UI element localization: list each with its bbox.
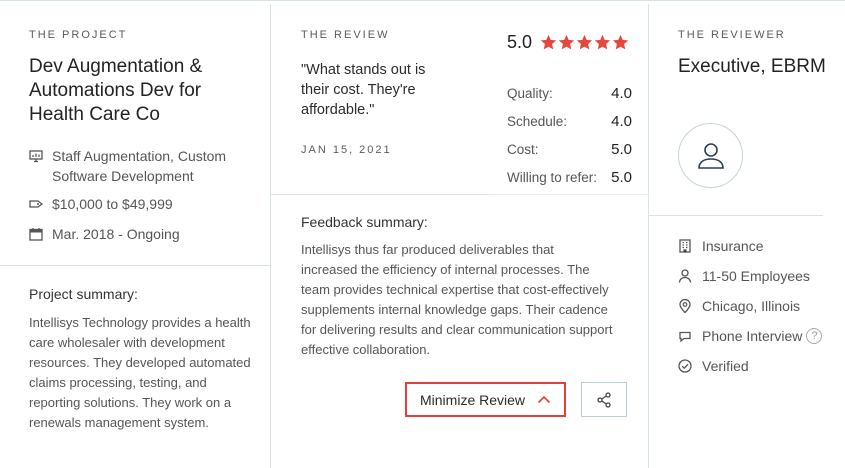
project-title: Dev Augmentation & Automations Dev for H… bbox=[29, 56, 203, 125]
score-value: 5.0 bbox=[611, 141, 632, 158]
review-column: THE REVIEW "What stands out is their cos… bbox=[271, 4, 649, 468]
project-summary-label: Project summary: bbox=[29, 286, 138, 302]
person-icon bbox=[678, 269, 692, 283]
reviewer-location: Chicago, Illinois bbox=[678, 298, 800, 314]
score-label: Cost: bbox=[507, 142, 539, 157]
project-divider bbox=[0, 265, 271, 266]
score-label: Schedule: bbox=[507, 114, 568, 129]
project-service-text: Staff Augmentation, Custom Software Deve… bbox=[52, 148, 227, 184]
score-value: 5.0 bbox=[611, 169, 632, 186]
score-breakdown: Quality: 4.0 Schedule: 4.0 Cost: 5.0 Willing t… bbox=[507, 80, 632, 192]
reviewer-industry-text: Insurance bbox=[702, 238, 764, 254]
reviewer-interview-type: Phone Interview ? bbox=[678, 328, 823, 344]
star-icon bbox=[576, 34, 593, 50]
project-column: THE PROJECT Dev Augmentation & Automatio… bbox=[0, 4, 271, 468]
project-eyebrow: THE PROJECT bbox=[29, 29, 128, 41]
reviewer-divider bbox=[649, 215, 823, 216]
review-quote: "What stands out is their cost. They're … bbox=[301, 62, 426, 118]
monitor-icon bbox=[29, 150, 43, 163]
project-dates: Mar. 2018 - Ongoing bbox=[29, 224, 180, 244]
avatar bbox=[678, 123, 743, 188]
building-icon bbox=[679, 239, 691, 253]
check-circle-icon bbox=[678, 359, 692, 373]
review-divider-right bbox=[489, 194, 649, 195]
reviewer-industry: Insurance bbox=[678, 238, 763, 254]
score-row: Schedule: 4.0 bbox=[507, 108, 632, 136]
minimize-review-label: Minimize Review bbox=[420, 391, 526, 408]
overall-rating: 5.0 bbox=[507, 32, 630, 53]
score-value: 4.0 bbox=[611, 113, 632, 130]
reviewer-company-size-text: 11-50 Employees bbox=[702, 268, 810, 284]
score-row: Quality: 4.0 bbox=[507, 80, 632, 108]
user-avatar-icon bbox=[697, 142, 724, 169]
review-divider-left bbox=[271, 194, 489, 195]
score-row: Willing to refer: 5.0 bbox=[507, 164, 632, 192]
score-label: Quality: bbox=[507, 86, 553, 101]
rating-stars bbox=[540, 34, 630, 51]
review-date: JAN 15, 2021 bbox=[301, 144, 392, 156]
reviewer-company-size: 11-50 Employees bbox=[678, 268, 810, 284]
help-icon[interactable]: ? bbox=[806, 328, 823, 344]
share-button[interactable] bbox=[581, 382, 627, 417]
score-value: 4.0 bbox=[611, 85, 632, 102]
minimize-review-button[interactable]: Minimize Review bbox=[405, 382, 566, 417]
feedback-label: Feedback summary: bbox=[301, 214, 428, 230]
share-icon bbox=[597, 391, 611, 408]
project-dates-text: Mar. 2018 - Ongoing bbox=[52, 226, 180, 242]
star-icon bbox=[612, 34, 629, 50]
reviewer-eyebrow: THE REVIEWER bbox=[678, 29, 786, 41]
reviewer-location-text: Chicago, Illinois bbox=[702, 298, 801, 314]
reviewer-verified-text: Verified bbox=[702, 358, 749, 374]
project-summary-text: Intellisys Technology provides a health … bbox=[29, 315, 251, 430]
project-service: Staff Augmentation, Custom Software Deve… bbox=[29, 146, 259, 186]
overall-rating-value: 5.0 bbox=[507, 32, 533, 52]
location-pin-icon bbox=[679, 299, 691, 313]
reviewer-title: Executive, EBRM bbox=[678, 56, 826, 77]
star-icon bbox=[594, 34, 611, 50]
price-tag-icon bbox=[29, 200, 43, 208]
reviewer-verified: Verified bbox=[678, 358, 749, 374]
review-eyebrow: THE REVIEW bbox=[301, 29, 390, 41]
score-label: Willing to refer: bbox=[507, 170, 598, 185]
project-budget: $10,000 to $49,999 bbox=[29, 194, 173, 214]
feedback-text: Intellisys thus far produced deliverable… bbox=[301, 242, 613, 357]
star-icon bbox=[540, 34, 557, 50]
reviewer-column: THE REVIEWER Executive, EBRM Insurance 1… bbox=[649, 4, 845, 468]
calendar-icon bbox=[29, 228, 43, 241]
chat-bubble-icon bbox=[679, 331, 691, 343]
score-row: Cost: 5.0 bbox=[507, 136, 632, 164]
project-budget-text: $10,000 to $49,999 bbox=[52, 196, 173, 212]
chevron-up-icon bbox=[537, 395, 551, 404]
reviewer-interview-text: Phone Interview bbox=[702, 328, 803, 344]
star-icon bbox=[558, 34, 575, 50]
